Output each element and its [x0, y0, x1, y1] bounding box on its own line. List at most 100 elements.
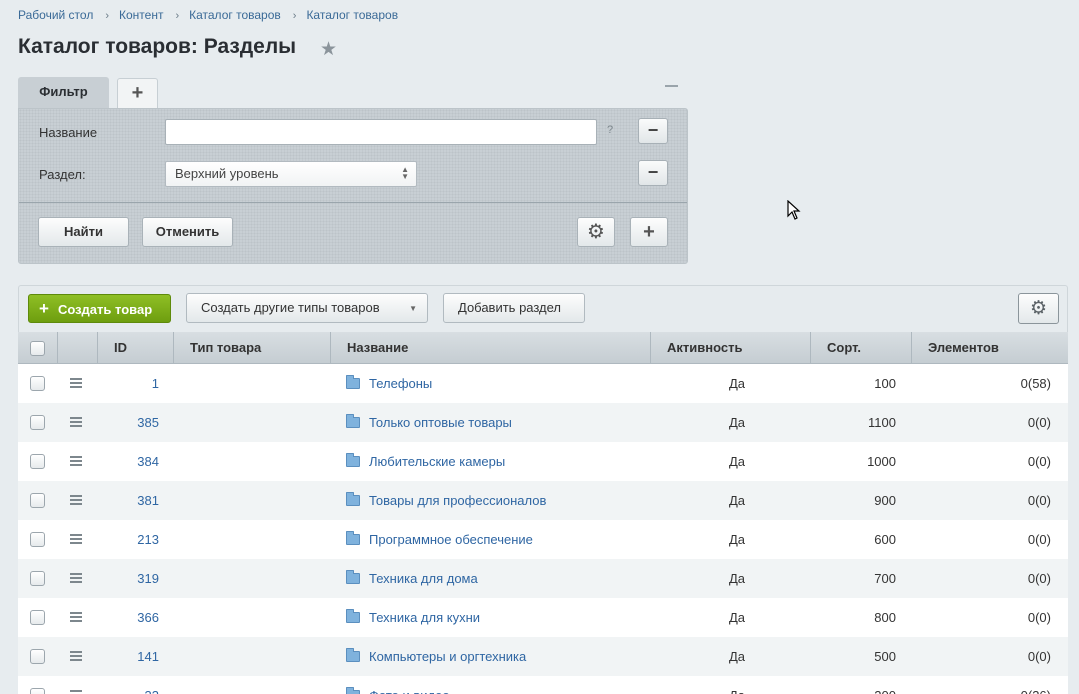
row-name[interactable]: Любительские камеры: [369, 442, 505, 481]
star-icon[interactable]: ★: [320, 40, 337, 59]
folder-icon: [346, 375, 360, 389]
grid-settings-button[interactable]: ⚙: [1018, 293, 1059, 324]
create-product-button[interactable]: + Создать товар: [28, 294, 171, 323]
hamburger-menu-icon[interactable]: [70, 534, 82, 544]
table-row[interactable]: 33 Фото и видео Да 200 0(36): [18, 676, 1068, 694]
cancel-button[interactable]: Отменить: [142, 217, 233, 247]
table-row[interactable]: 319 Техника для дома Да 700 0(0): [18, 559, 1068, 598]
page-title: Каталог товаров: Разделы: [18, 35, 297, 58]
collapse-filter-icon[interactable]: [665, 85, 678, 87]
create-other-types-button[interactable]: Создать другие типы товаров ▼: [186, 293, 428, 323]
row-active: Да: [729, 415, 746, 430]
row-id[interactable]: 384: [98, 442, 159, 481]
breadcrumb-item[interactable]: Каталог товаров: [306, 8, 398, 22]
breadcrumb-item[interactable]: Рабочий стол: [18, 8, 93, 22]
chevron-right-icon: ›: [175, 10, 180, 22]
plus-icon: +: [39, 299, 49, 318]
toolbar: + Создать товар Создать другие типы товар…: [18, 285, 1068, 332]
header-actions-cell: [58, 332, 98, 364]
table-row[interactable]: 141 Компьютеры и оргтехника Да 500 0(0): [18, 637, 1068, 676]
row-sort: 200: [810, 676, 896, 694]
row-name[interactable]: Компьютеры и оргтехника: [369, 637, 526, 676]
gear-icon: ⚙: [587, 221, 605, 243]
row-checkbox[interactable]: [30, 376, 45, 391]
name-input[interactable]: [165, 119, 597, 145]
section-select[interactable]: Верхний уровень ▲ ▼: [165, 161, 417, 187]
row-id[interactable]: 1: [98, 364, 159, 403]
hamburger-menu-icon[interactable]: [70, 573, 82, 583]
section-select-value: Верхний уровень: [175, 166, 279, 181]
add-filter-tab-button[interactable]: +: [117, 78, 158, 108]
row-name[interactable]: Товары для профессионалов: [369, 481, 546, 520]
filter-settings-button[interactable]: ⚙: [577, 217, 615, 247]
row-checkbox[interactable]: [30, 610, 45, 625]
gear-icon: ⚙: [1029, 298, 1048, 319]
hamburger-menu-icon[interactable]: [70, 378, 82, 388]
tab-filter[interactable]: Фильтр: [18, 77, 109, 109]
column-header-name[interactable]: Название: [331, 332, 651, 364]
row-id[interactable]: 381: [98, 481, 159, 520]
row-name[interactable]: Техника для дома: [369, 559, 478, 598]
row-name[interactable]: Техника для кухни: [369, 598, 480, 637]
help-icon[interactable]: ?: [607, 124, 613, 136]
hamburger-menu-icon[interactable]: [70, 417, 82, 427]
row-id[interactable]: 385: [98, 403, 159, 442]
table-row[interactable]: 385 Только оптовые товары Да 1100 0(0): [18, 403, 1068, 442]
row-name[interactable]: Телефоны: [369, 364, 432, 403]
row-id[interactable]: 141: [98, 637, 159, 676]
row-sort: 1000: [867, 454, 896, 469]
row-checkbox[interactable]: [30, 454, 45, 469]
row-name[interactable]: Только оптовые товары: [369, 403, 512, 442]
chevron-right-icon: ›: [105, 10, 109, 22]
column-header-active[interactable]: Активность: [651, 332, 811, 364]
table-row[interactable]: 381 Товары для профессионалов Да 900 0(0…: [18, 481, 1068, 520]
row-elements: 0(0): [1027, 415, 1051, 430]
row-checkbox[interactable]: [30, 649, 45, 664]
add-section-button[interactable]: Добавить раздел: [443, 293, 585, 323]
row-name[interactable]: Фото и видео: [369, 676, 450, 694]
folder-icon: [346, 687, 360, 694]
hamburger-menu-icon[interactable]: [70, 612, 82, 622]
hamburger-menu-icon[interactable]: [70, 456, 82, 466]
column-header-id[interactable]: ID: [98, 332, 174, 364]
chevron-right-icon: ›: [292, 10, 297, 22]
row-active: Да: [729, 376, 746, 391]
row-checkbox[interactable]: [30, 415, 45, 430]
folder-icon: [346, 609, 360, 623]
section-label: Раздел:: [39, 167, 86, 182]
breadcrumb-item[interactable]: Контент: [119, 8, 163, 22]
find-button[interactable]: Найти: [38, 217, 129, 247]
row-checkbox[interactable]: [30, 571, 45, 586]
row-elements: 0(0): [1027, 493, 1051, 508]
add-filter-field-button[interactable]: +: [630, 217, 668, 247]
row-active: Да: [729, 649, 746, 664]
row-id[interactable]: 319: [98, 559, 159, 598]
breadcrumb-item[interactable]: Каталог товаров: [189, 8, 281, 22]
row-checkbox[interactable]: [30, 493, 45, 508]
row-id[interactable]: 366: [98, 598, 159, 637]
row-active: Да: [729, 493, 746, 508]
row-sort: 600: [874, 532, 896, 547]
row-active: Да: [729, 676, 745, 694]
row-sort: 800: [874, 610, 896, 625]
row-checkbox[interactable]: [30, 688, 45, 694]
table-row[interactable]: 366 Техника для кухни Да 800 0(0): [18, 598, 1068, 637]
column-header-elements[interactable]: Элементов: [912, 332, 1068, 364]
column-header-sort[interactable]: Сорт.: [811, 332, 912, 364]
remove-name-field-button[interactable]: −: [638, 118, 668, 144]
select-all-checkbox[interactable]: [30, 341, 45, 356]
table-row[interactable]: 384 Любительские камеры Да 1000 0(0): [18, 442, 1068, 481]
row-checkbox[interactable]: [30, 532, 45, 547]
row-name[interactable]: Программное обеспечение: [369, 520, 533, 559]
hamburger-menu-icon[interactable]: [70, 690, 82, 694]
remove-section-field-button[interactable]: −: [638, 160, 668, 186]
row-sort: 500: [874, 649, 896, 664]
table-row[interactable]: 213 Программное обеспечение Да 600 0(0): [18, 520, 1068, 559]
row-id[interactable]: 33: [98, 676, 159, 694]
column-header-type[interactable]: Тип товара: [174, 332, 331, 364]
table-row[interactable]: 1 Телефоны Да 100 0(58): [18, 364, 1068, 403]
sections-table: ID Тип товара Название Активность Сорт. …: [18, 332, 1068, 694]
row-id[interactable]: 213: [98, 520, 159, 559]
hamburger-menu-icon[interactable]: [70, 651, 82, 661]
hamburger-menu-icon[interactable]: [70, 495, 82, 505]
